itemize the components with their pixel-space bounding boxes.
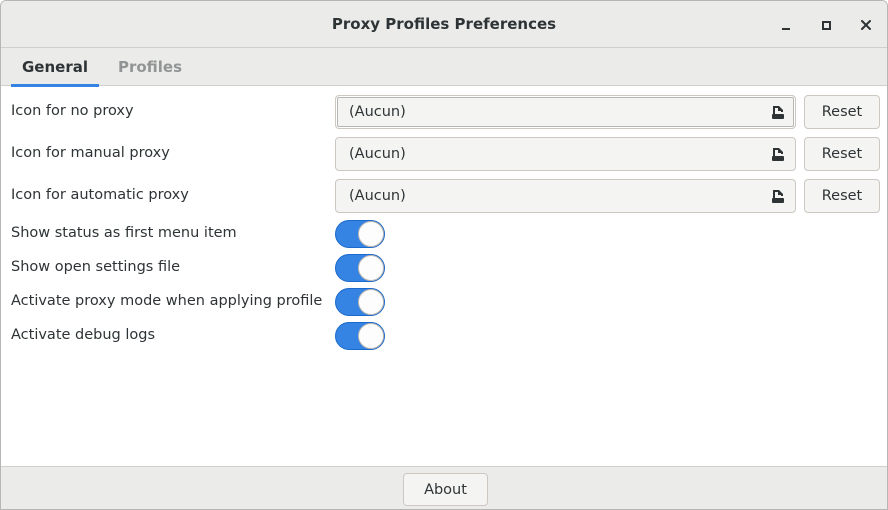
close-button[interactable] [854, 13, 878, 37]
manual-proxy-icon-value: (Aucun) [349, 146, 406, 162]
minimize-button[interactable] [774, 13, 798, 37]
manual-proxy-icon-chooser[interactable]: (Aucun) [335, 137, 796, 171]
tab-general[interactable]: General [11, 48, 99, 87]
switch-knob [358, 323, 384, 349]
manual-proxy-reset-button[interactable]: Reset [804, 137, 880, 171]
general-page: Icon for no proxy (Aucun) Reset Icon for… [1, 87, 887, 466]
action-bar: About [1, 466, 887, 509]
activate-proxy-mode-switch[interactable] [335, 288, 385, 316]
no-proxy-icon-chooser[interactable]: (Aucun) [335, 95, 796, 129]
no-proxy-reset-button[interactable]: Reset [804, 95, 880, 129]
debug-logs-switch[interactable] [335, 322, 385, 350]
switch-knob [358, 289, 384, 315]
switch-knob [358, 221, 384, 247]
automatic-proxy-icon-value: (Aucun) [349, 188, 406, 204]
automatic-proxy-icon-chooser[interactable]: (Aucun) [335, 179, 796, 213]
automatic-proxy-icon-label: Icon for automatic proxy [11, 187, 189, 203]
show-status-label: Show status as first menu item [11, 225, 237, 241]
automatic-proxy-reset-button[interactable]: Reset [804, 179, 880, 213]
title-bar: Proxy Profiles Preferences [1, 1, 887, 48]
document-open-icon [772, 106, 784, 119]
maximize-icon [821, 20, 831, 30]
tab-profiles[interactable]: Profiles [107, 48, 193, 86]
show-settings-file-switch[interactable] [335, 254, 385, 282]
debug-logs-label: Activate debug logs [11, 327, 156, 343]
tab-bar: General Profiles [1, 48, 887, 87]
preferences-window: Proxy Profiles Preferences General Profi… [0, 0, 888, 510]
no-proxy-icon-label: Icon for no proxy [11, 103, 134, 119]
window-title: Proxy Profiles Preferences [331, 15, 557, 33]
show-status-switch[interactable] [335, 220, 385, 248]
show-settings-file-label: Show open settings file [11, 259, 181, 275]
document-open-icon [772, 190, 784, 203]
no-proxy-icon-value: (Aucun) [349, 104, 406, 120]
minimize-icon [782, 28, 790, 30]
about-button[interactable]: About [403, 473, 488, 506]
close-icon [861, 20, 871, 30]
maximize-button[interactable] [814, 13, 838, 37]
switch-knob [358, 255, 384, 281]
manual-proxy-icon-label: Icon for manual proxy [11, 145, 170, 161]
activate-proxy-mode-label: Activate proxy mode when applying profil… [11, 293, 323, 309]
document-open-icon [772, 148, 784, 161]
